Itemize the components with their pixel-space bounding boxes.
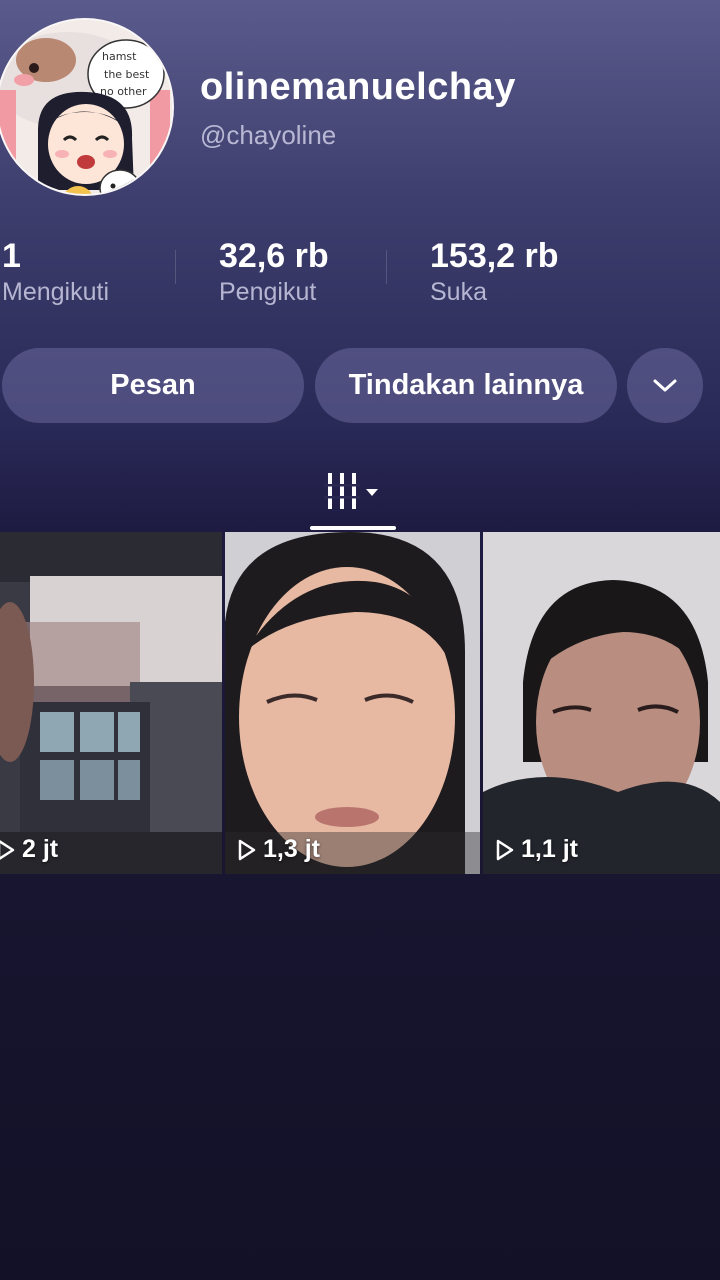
video-thumbnail[interactable]: 1,3 jt [225, 532, 480, 874]
video-view-count: 1,1 jt [495, 835, 578, 864]
play-icon [496, 839, 514, 860]
avatar-illustration: hamst the best no other [0, 20, 172, 194]
video-grid: 2 jt 1,3 jt 1,1 jt [0, 532, 720, 874]
stat-divider [175, 250, 176, 284]
message-button-label: Pesan [110, 369, 196, 401]
play-icon [238, 839, 256, 860]
active-tab-indicator [310, 526, 396, 530]
stat-following-value: 1 [2, 237, 21, 275]
stat-following[interactable]: 1 Mengikuti [2, 236, 109, 307]
stat-following-label: Mengikuti [2, 278, 109, 306]
stat-followers[interactable]: 32,6 rb Pengikut [219, 236, 329, 307]
caret-down-icon [366, 489, 378, 496]
dropdown-button[interactable] [627, 348, 703, 423]
profile-username: @chayoline [200, 120, 337, 150]
video-thumbnail-image [483, 532, 720, 874]
message-button[interactable]: Pesan [2, 348, 304, 423]
grid-icon [324, 473, 378, 509]
video-view-count-text: 1,3 jt [263, 835, 320, 863]
avatar-caption-line-1: hamst [102, 50, 137, 63]
video-view-count-text: 2 jt [22, 835, 59, 863]
video-thumbnail-image [0, 532, 222, 874]
more-actions-button[interactable]: Tindakan lainnya [315, 348, 617, 423]
video-thumbnail-image [225, 532, 480, 874]
play-icon [0, 839, 15, 860]
more-actions-button-label: Tindakan lainnya [348, 369, 584, 401]
stat-followers-label: Pengikut [219, 278, 317, 306]
tab-videos-grid[interactable] [310, 452, 396, 530]
content-tab-bar [0, 452, 720, 532]
stat-divider [386, 250, 387, 284]
profile-avatar[interactable]: hamst the best no other [0, 18, 174, 196]
video-view-count: 2 jt [0, 835, 58, 864]
stat-likes-label: Suka [430, 278, 487, 306]
video-thumbnail[interactable]: 1,1 jt [483, 532, 720, 874]
stat-likes-value: 153,2 rb [430, 237, 559, 275]
stat-likes[interactable]: 153,2 rb Suka [430, 236, 559, 307]
avatar-caption-line-2: the best [104, 68, 150, 81]
video-view-count: 1,3 jt [237, 835, 320, 864]
stat-followers-value: 32,6 rb [219, 237, 329, 275]
chevron-down-icon [653, 379, 677, 391]
video-thumbnail[interactable]: 2 jt [0, 532, 222, 874]
video-view-count-text: 1,1 jt [521, 835, 578, 863]
profile-display-name: olinemanuelchay [200, 66, 516, 108]
